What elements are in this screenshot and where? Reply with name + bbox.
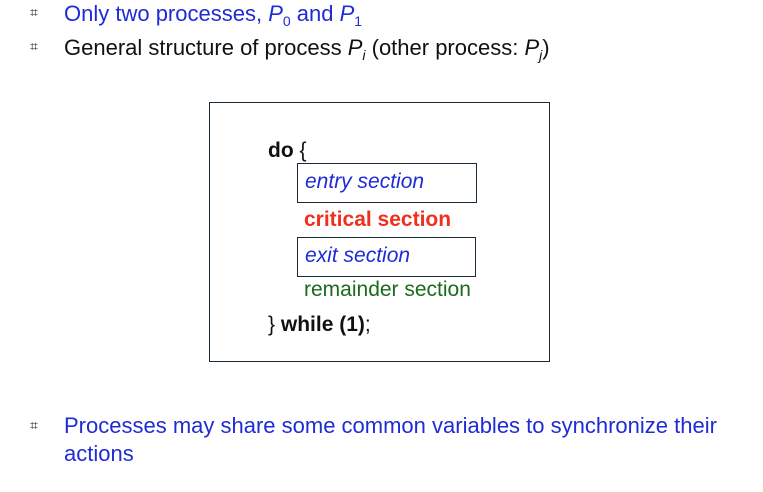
bullet-1-prefix: Only two processes, [64,1,269,26]
bullet-icon: ⌗ [30,5,38,21]
slide: ⌗ Only two processes, P0 and P1 ⌗ Genera… [0,0,763,492]
bullet-2-suffix: ) [542,35,550,60]
bullet-line-2: General structure of process Pi (other p… [64,34,550,69]
entry-section-box: entry section [297,163,477,203]
bullet-icon: ⌗ [30,39,38,55]
symbol-pj: Pj [524,35,542,63]
do-keyword: do [268,139,294,162]
symbol-p0: P0 [268,1,291,29]
bullet-1-mid: and [290,1,340,26]
p0-letter: P [268,1,283,26]
bullet-icon: ⌗ [30,418,38,434]
symbol-pi: Pi [347,35,366,63]
pi-letter: P [347,35,363,60]
bullet-2-mid: (other process: [365,35,525,60]
semicolon: ; [364,313,371,336]
p1-subscript: 1 [354,13,363,29]
while-line: } while (1); [268,312,371,338]
exit-section-label: exit section [305,244,411,267]
remainder-section-label: remainder section [304,278,471,301]
bullet-2-prefix: General structure of process [64,35,348,60]
process-structure-box: do { entry section critical section exit… [209,102,550,362]
bullet-line-1: Only two processes, P0 and P1 [64,0,362,35]
p1-letter: P [339,1,355,26]
while-keyword: while (1) [280,313,365,336]
pj-letter: P [524,35,540,60]
entry-section-label: entry section [305,170,425,193]
critical-section-label: critical section [304,208,452,231]
shared-variables-bullet: Processes may share some common variable… [64,413,717,466]
do-line: do { [268,138,307,164]
open-brace: { [299,139,307,162]
p0-subscript: 0 [282,13,291,29]
exit-section-box: exit section [297,237,476,277]
close-brace: } [268,313,276,336]
symbol-p1: P1 [339,1,363,29]
